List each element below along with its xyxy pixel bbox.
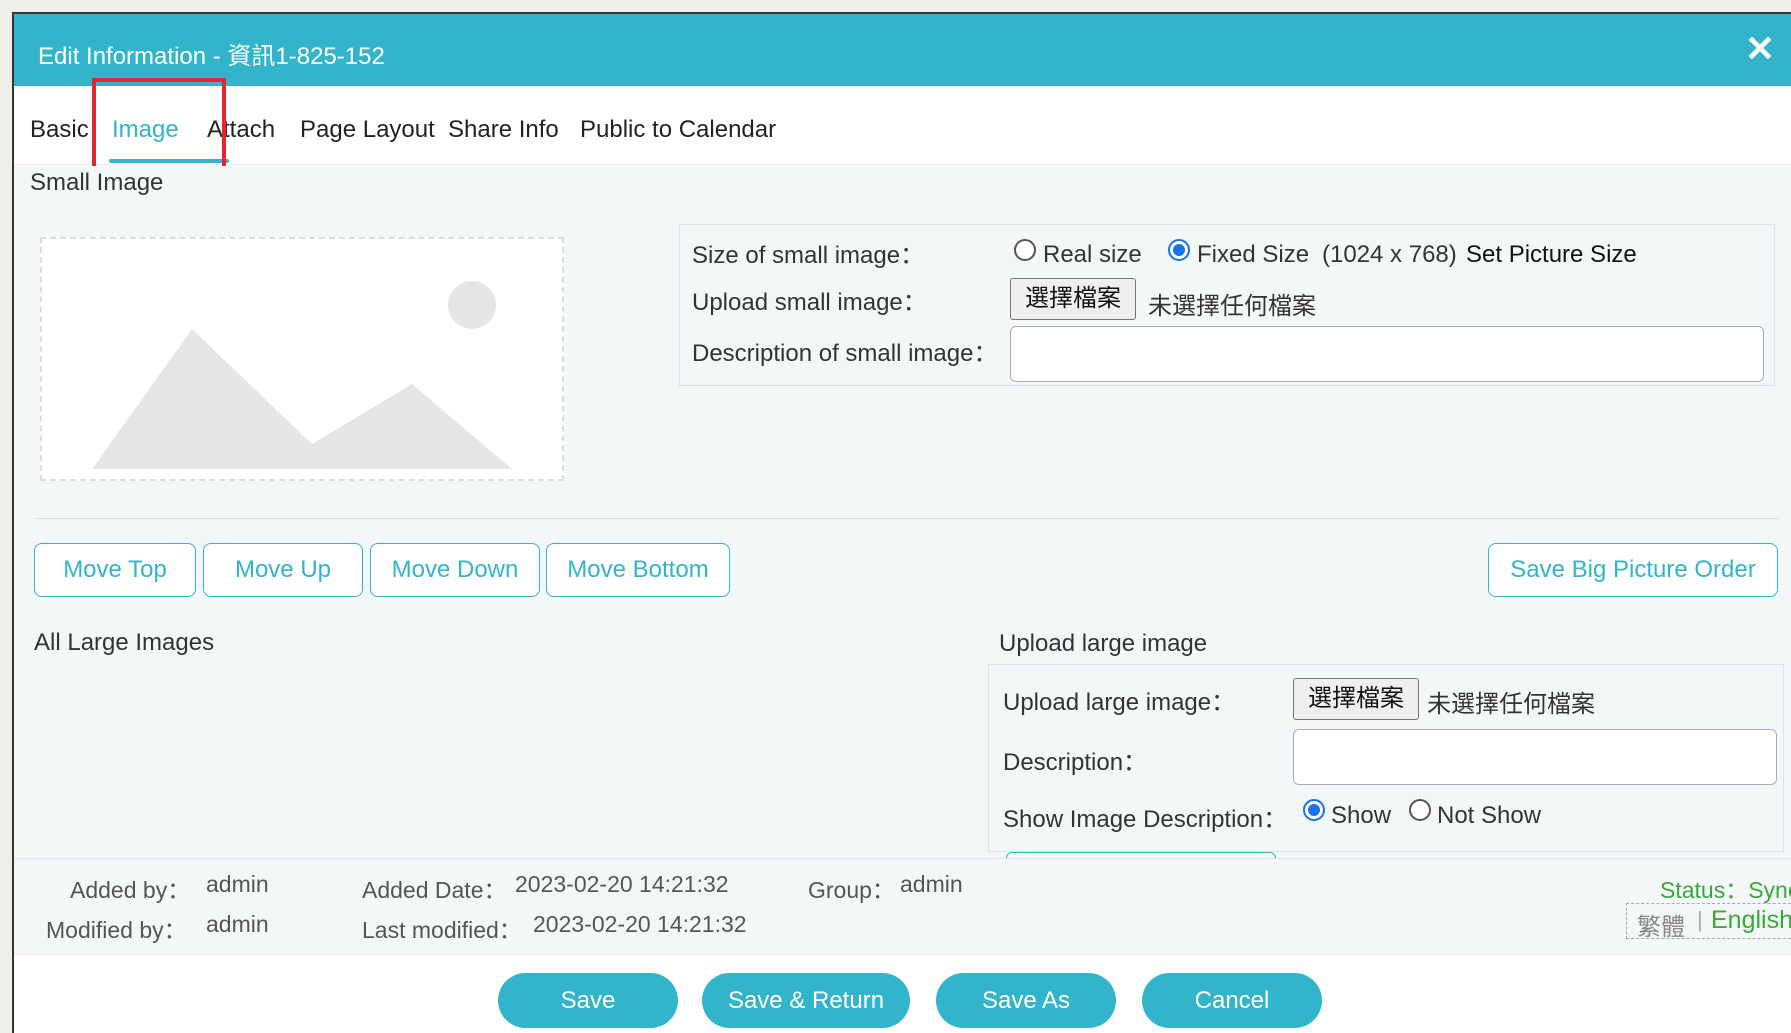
- size-of-small-image-label: Size of small image：: [692, 242, 925, 269]
- fixed-size-dimensions: (1024 x 768): [1322, 241, 1457, 268]
- set-picture-size-link[interactable]: Set Picture Size: [1466, 241, 1637, 269]
- not-show-label: Not Show: [1437, 802, 1542, 829]
- action-bar: Save Save & Return Save As Cancel: [14, 954, 1791, 1033]
- save-button[interactable]: Save: [498, 973, 678, 1028]
- tab-bar: Basic Image Attach Page Layout Share Inf…: [14, 86, 1791, 165]
- choose-file-button[interactable]: 選擇檔案: [1010, 278, 1136, 320]
- tab-basic[interactable]: Basic: [30, 116, 89, 144]
- move-top-button[interactable]: Move Top: [34, 543, 196, 597]
- move-down-button[interactable]: Move Down: [370, 543, 540, 597]
- group-value: admin: [900, 871, 963, 897]
- save-and-return-button[interactable]: Save & Return: [702, 973, 910, 1028]
- modified-by-value: admin: [206, 911, 269, 937]
- save-big-picture-order-button[interactable]: Save Big Picture Order: [1488, 543, 1778, 597]
- upload-large-image-heading: Upload large image: [999, 630, 1208, 657]
- language-switcher: 繁體 | English: [1626, 903, 1791, 942]
- all-large-images-heading: All Large Images: [34, 629, 215, 656]
- added-date-label: Added Date：: [362, 877, 507, 903]
- tab-share-info[interactable]: Share Info: [448, 116, 559, 144]
- lang-english[interactable]: English: [1711, 906, 1791, 935]
- group-label: Group：: [808, 877, 895, 903]
- modified-by-label: Modified by：: [46, 917, 187, 943]
- choose-file-button[interactable]: 選擇檔案: [1293, 678, 1419, 720]
- small-image-placeholder: [40, 237, 564, 481]
- close-icon[interactable]: ✕: [1745, 28, 1775, 70]
- added-by-label: Added by：: [70, 877, 191, 903]
- added-by-value: admin: [206, 871, 269, 897]
- image-tab-content: Small Image Size of small image： Real si…: [14, 166, 1791, 858]
- last-modified-value: 2023-02-20 14:21:32: [533, 911, 747, 937]
- show-radio[interactable]: [1303, 799, 1325, 821]
- cancel-button[interactable]: Cancel: [1142, 973, 1322, 1028]
- dialog-titlebar: Edit Information - 資訊1-825-152 ✕: [14, 14, 1791, 86]
- move-bottom-button[interactable]: Move Bottom: [546, 543, 730, 597]
- tab-page-layout[interactable]: Page Layout: [300, 116, 435, 144]
- real-size-label: Real size: [1043, 241, 1142, 268]
- large-image-description-input[interactable]: [1293, 729, 1777, 785]
- small-image-description-input[interactable]: [1010, 326, 1764, 382]
- lang-traditional-chinese[interactable]: 繁體: [1637, 907, 1685, 942]
- show-label: Show: [1331, 802, 1392, 829]
- tab-public-to-calendar[interactable]: Public to Calendar: [580, 116, 776, 144]
- move-up-button[interactable]: Move Up: [203, 543, 363, 597]
- description-of-small-image-label: Description of small image：: [692, 340, 998, 367]
- show-image-description-label: Show Image Description：: [1003, 806, 1288, 833]
- image-placeholder-icon: [92, 281, 512, 469]
- added-date-value: 2023-02-20 14:21:32: [515, 871, 729, 897]
- fixed-size-radio[interactable]: [1168, 239, 1190, 261]
- last-modified-label: Last modified：: [362, 917, 522, 943]
- dialog-title: Edit Information - 資訊1-825-152: [38, 43, 385, 70]
- no-file-chosen-text: 未選擇任何檔案: [1148, 293, 1316, 320]
- fixed-size-label: Fixed Size: [1197, 241, 1310, 268]
- upload-large-image-label: Upload large image：: [1003, 689, 1236, 716]
- upload-small-image-label: Upload small image：: [692, 289, 927, 316]
- small-image-heading: Small Image: [30, 169, 164, 196]
- section-divider: [34, 518, 1779, 519]
- save-as-button[interactable]: Save As: [936, 973, 1116, 1028]
- small-image-settings-panel: Size of small image： Real size Fixed Siz…: [679, 224, 1775, 386]
- sync-status: Status：Sync: [1660, 877, 1791, 903]
- no-file-chosen-text: 未選擇任何檔案: [1427, 691, 1595, 718]
- tab-highlight-box: [92, 78, 226, 172]
- lang-separator: |: [1697, 907, 1703, 932]
- description-label: Description：: [1003, 749, 1148, 776]
- not-show-radio[interactable]: [1409, 799, 1431, 821]
- edit-information-dialog: Edit Information - 資訊1-825-152 ✕ Basic I…: [12, 12, 1791, 1033]
- upload-large-image-panel: Upload large image： 選擇檔案 未選擇任何檔案 Descrip…: [988, 664, 1784, 852]
- real-size-radio[interactable]: [1014, 239, 1036, 261]
- record-info-footer: Added by： admin Added Date： 2023-02-20 1…: [14, 858, 1791, 955]
